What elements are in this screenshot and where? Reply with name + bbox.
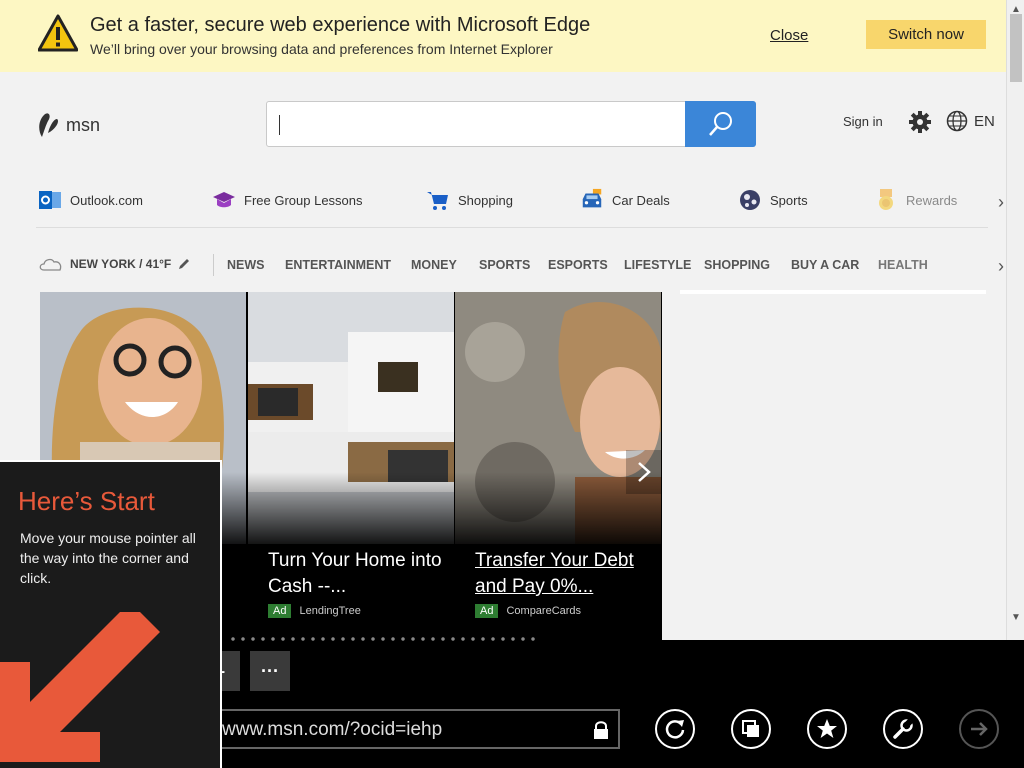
- quick-link-car-deals[interactable]: Car Deals: [580, 188, 670, 212]
- nav-separator: [213, 254, 214, 276]
- nav-esports[interactable]: ESPORTS: [548, 258, 608, 272]
- card-2[interactable]: Turn Your Home into Cash --... Ad Lendin…: [248, 292, 454, 640]
- forward-button[interactable]: [959, 709, 999, 749]
- quick-link-label: Rewards: [906, 192, 958, 208]
- tip-body: Move your mouse pointer all the way into…: [20, 530, 196, 586]
- nav-shopping[interactable]: SHOPPING: [704, 258, 770, 272]
- quick-link-label: Car Deals: [612, 192, 670, 208]
- medal-icon: [879, 189, 893, 210]
- refresh-icon: [665, 720, 685, 739]
- forward-arrow-icon: [971, 722, 988, 736]
- banner-title: Get a faster, secure web experience with…: [90, 14, 591, 36]
- quick-link-label: Shopping: [458, 192, 513, 208]
- quick-link-label: Free Group Lessons: [244, 192, 363, 208]
- carousel-next-button[interactable]: [626, 450, 662, 494]
- graduation-cap-icon: [213, 192, 235, 208]
- switch-now-button[interactable]: Switch now: [866, 20, 986, 49]
- quick-link-free-group-lessons[interactable]: Free Group Lessons: [212, 188, 363, 212]
- ad-badge: Ad: [268, 604, 292, 618]
- favorites-button[interactable]: [807, 709, 847, 749]
- chevron-right-icon[interactable]: ›: [998, 192, 1004, 213]
- shopping-cart-icon: [427, 192, 448, 210]
- weather-label: NEW YORK / 41°F: [70, 257, 172, 271]
- card-title[interactable]: Transfer Your Debt and Pay 0%...: [475, 548, 655, 600]
- quick-link-outlook[interactable]: Outlook.com: [38, 188, 143, 212]
- ad-source: CompareCards: [506, 605, 582, 617]
- nav-health[interactable]: HEALTH: [878, 258, 928, 272]
- quick-links: Outlook.com Free Group Lessons Shopping: [0, 180, 1006, 220]
- text-caret: [279, 115, 280, 135]
- ad-source: LendingTree: [299, 605, 361, 617]
- banner-close-link[interactable]: Close: [770, 27, 808, 44]
- card-title[interactable]: Turn Your Home into Cash --...: [268, 548, 448, 600]
- pencil-icon[interactable]: [177, 257, 191, 271]
- scroll-down-arrow-icon[interactable]: ▼: [1011, 612, 1021, 623]
- vertical-scrollbar[interactable]: ▲ ▼: [1006, 0, 1024, 640]
- divider: [36, 227, 988, 228]
- search-icon: [708, 112, 732, 136]
- address-bar: [206, 709, 620, 749]
- nav-entertainment[interactable]: ENTERTAINMENT: [285, 258, 391, 272]
- nav-sports[interactable]: SPORTS: [479, 258, 530, 272]
- warning-icon: [38, 14, 78, 52]
- address-input[interactable]: [220, 717, 570, 743]
- cloud-icon: [39, 258, 62, 271]
- chevron-right-icon: [638, 462, 651, 482]
- card-ad-info: Ad CompareCards: [475, 604, 581, 618]
- quick-link-label: Outlook.com: [70, 192, 143, 208]
- ad-badge: Ad: [475, 604, 499, 618]
- language-selector[interactable]: EN: [946, 110, 995, 132]
- gear-icon[interactable]: [908, 110, 932, 134]
- weather-widget[interactable]: NEW YORK / 41°F: [38, 256, 191, 272]
- wrench-icon: [893, 718, 913, 739]
- chevron-right-icon[interactable]: ›: [998, 256, 1004, 277]
- card-shade: [248, 472, 454, 552]
- card-ad-info: Ad LendingTree: [268, 604, 361, 618]
- quick-link-shopping[interactable]: Shopping: [426, 188, 513, 212]
- edge-banner: Get a faster, secure web experience with…: [0, 0, 1006, 72]
- right-panel-header: [680, 290, 986, 294]
- corner-arrow-icon: [0, 612, 160, 762]
- lock-icon[interactable]: [592, 720, 610, 740]
- language-label: EN: [974, 112, 995, 130]
- nav-lifestyle[interactable]: LIFESTYLE: [624, 258, 691, 272]
- quick-link-label: Sports: [770, 192, 808, 208]
- car-icon: [582, 188, 602, 208]
- category-nav: NEW YORK / 41°F NEWS ENTERTAINMENT MONEY…: [0, 252, 1006, 280]
- nav-buy-a-car[interactable]: BUY A CAR: [791, 258, 859, 272]
- outlook-icon: [39, 191, 61, 209]
- quick-link-sports[interactable]: Sports: [738, 188, 808, 212]
- star-icon: [817, 719, 837, 738]
- quick-link-rewards[interactable]: Rewards: [874, 188, 957, 212]
- msn-logo[interactable]: msn: [36, 110, 100, 140]
- soccer-ball-icon: [740, 190, 760, 210]
- carousel-page-dots: [228, 636, 538, 642]
- logo-text: msn: [66, 114, 101, 135]
- nav-money[interactable]: MONEY: [411, 258, 457, 272]
- tools-button[interactable]: [883, 709, 923, 749]
- tab-switch-button[interactable]: [731, 709, 771, 749]
- refresh-button[interactable]: [655, 709, 695, 749]
- sign-in-link[interactable]: Sign in: [843, 114, 883, 129]
- banner-subtitle: We’ll bring over your browsing data and …: [90, 41, 553, 57]
- globe-icon: [946, 110, 968, 132]
- scrollbar-thumb[interactable]: [1010, 14, 1022, 82]
- search-input[interactable]: [277, 110, 677, 138]
- start-tip-overlay[interactable]: Here’s Start Move your mouse pointer all…: [0, 460, 222, 768]
- search-box: [266, 101, 756, 147]
- search-button[interactable]: [685, 101, 756, 147]
- tip-heading: Here’s Start: [18, 486, 155, 516]
- butterfly-icon: [39, 113, 58, 137]
- tabs-icon: [742, 720, 759, 737]
- more-button[interactable]: ···: [250, 651, 290, 691]
- nav-news[interactable]: NEWS: [227, 258, 265, 272]
